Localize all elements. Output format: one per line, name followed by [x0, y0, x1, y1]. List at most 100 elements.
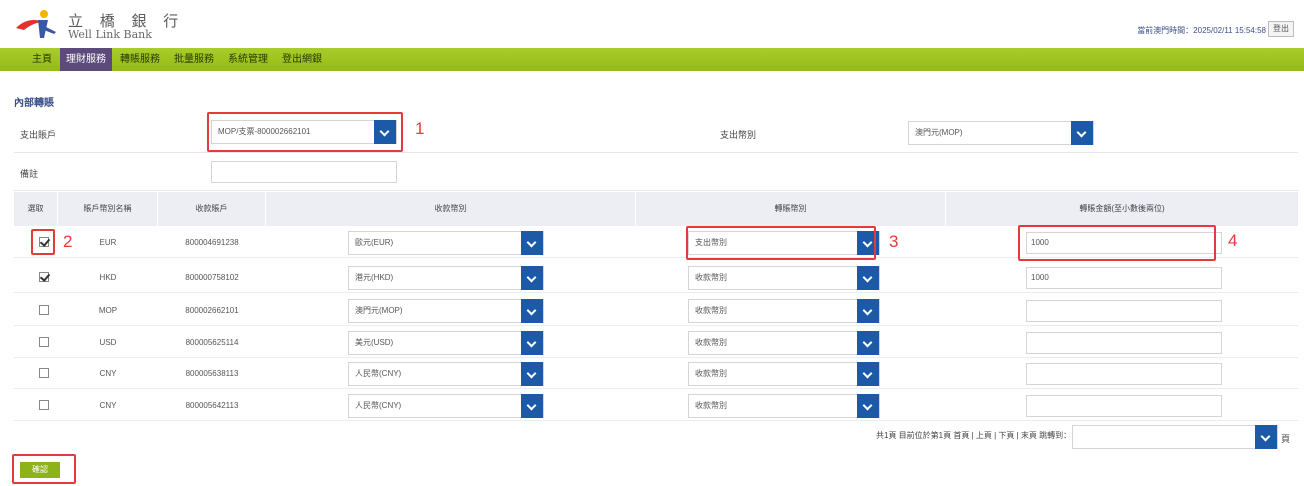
debit-currency-value: 澳門元(MOP) [915, 128, 963, 137]
table-row: CNY 800005638113 人民幣(CNY) 收款幣別 [14, 358, 1298, 389]
highlight-box-debit-account [207, 112, 403, 152]
row-account: 800000758102 [185, 273, 239, 282]
col-header-recv-account: 收款賬戶 [158, 192, 266, 226]
row-currency: USD [99, 338, 117, 347]
nav-item-system[interactable]: 系統管理 [222, 48, 274, 71]
row-checkbox[interactable] [39, 368, 49, 378]
chevron-down-icon[interactable] [857, 266, 879, 290]
chevron-down-icon[interactable] [857, 362, 879, 386]
debit-account-label: 支出賬戶 [20, 130, 57, 140]
page-suffix: 頁 [1281, 434, 1291, 444]
recv-currency-select[interactable]: 人民幣(CNY) [348, 362, 544, 386]
row-checkbox[interactable] [39, 305, 49, 315]
annotation-number: 1 [415, 119, 425, 138]
transfer-currency-select[interactable]: 收款幣別 [688, 266, 880, 290]
recv-currency-select[interactable]: 歐元(EUR) [348, 231, 544, 255]
transfer-currency-select[interactable]: 收款幣別 [688, 331, 880, 355]
row-account: 800004691238 [185, 238, 239, 247]
recv-currency-select[interactable]: 港元(HKD) [348, 266, 544, 290]
remark-row [14, 153, 1298, 191]
debit-currency-label: 支出幣別 [720, 130, 757, 140]
table-row: MOP 800002662101 澳門元(MOP) 收款幣別 [14, 295, 1298, 326]
chevron-down-icon[interactable] [857, 299, 879, 323]
transfer-currency-select[interactable]: 收款幣別 [688, 362, 880, 386]
chevron-down-icon[interactable] [521, 266, 543, 290]
recv-currency-value: 歐元(EUR) [355, 238, 394, 247]
row-currency: MOP [98, 306, 118, 315]
page-title: 內部轉賬 [14, 98, 54, 109]
row-account: 800005625114 [185, 338, 239, 347]
row-account: 800005642113 [185, 401, 239, 410]
highlight-box-transfer-currency [686, 226, 876, 260]
nav-item-home[interactable]: 主頁 [26, 48, 58, 71]
nav-item-batch[interactable]: 批量服務 [168, 48, 220, 71]
col-header-currency-name: 賬戶幣別名稱 [58, 192, 158, 226]
recv-currency-value: 人民幣(CNY) [355, 401, 402, 410]
col-header-amount: 轉賬金額(至小數後兩位) [1079, 204, 1165, 213]
nav-item-transfer[interactable]: 轉賬服務 [114, 48, 166, 71]
amount-input[interactable]: 1000 [1026, 267, 1222, 289]
transfer-currency-value: 收款幣別 [695, 401, 727, 410]
chevron-down-icon[interactable] [521, 331, 543, 355]
page-jump-select[interactable] [1072, 425, 1278, 449]
col-header-select: 選取 [14, 192, 58, 226]
col-header-transfer-currency: 轉賬幣別 [636, 192, 946, 226]
transfer-currency-value: 收款幣別 [695, 338, 727, 347]
pagination-text: 共1頁 目前位於第1頁 首頁 | 上頁 | 下頁 | 末頁 跳轉到： [876, 431, 1072, 440]
highlight-box-confirm [12, 454, 76, 484]
chevron-down-icon[interactable] [857, 394, 879, 418]
amount-input[interactable] [1026, 300, 1222, 322]
row-checkbox[interactable] [39, 272, 49, 282]
transfer-currency-select[interactable]: 收款幣別 [688, 394, 880, 418]
annotation-number: 4 [1228, 231, 1238, 250]
row-checkbox[interactable] [39, 337, 49, 347]
row-currency: CNY [99, 369, 117, 378]
recv-currency-value: 澳門元(MOP) [355, 306, 403, 315]
transfer-currency-select[interactable]: 收款幣別 [688, 299, 880, 323]
table-row: HKD 800000758102 港元(HKD) 收款幣別 1000 [14, 262, 1298, 293]
logout-button[interactable]: 登出 [1268, 21, 1294, 37]
recv-currency-select[interactable]: 澳門元(MOP) [348, 299, 544, 323]
col-header-recv-currency: 收款幣別 [266, 192, 636, 226]
recv-currency-value: 人民幣(CNY) [355, 369, 402, 378]
row-currency: HKD [99, 273, 117, 282]
highlight-box-checkbox [31, 229, 55, 255]
annotation-number: 2 [63, 232, 73, 251]
amount-input[interactable] [1026, 332, 1222, 354]
nav-item-wealth[interactable]: 理財服務 [60, 48, 112, 71]
row-account: 800005638113 [185, 369, 239, 378]
debit-currency-select[interactable]: 澳門元(MOP) [908, 121, 1094, 145]
highlight-box-amount [1018, 225, 1216, 261]
recv-currency-value: 港元(HKD) [355, 273, 394, 282]
row-currency: EUR [99, 238, 117, 247]
transfer-currency-value: 收款幣別 [695, 369, 727, 378]
main-nav: 主頁 理財服務 轉賬服務 批量服務 系統管理 登出網銀 [0, 48, 1304, 71]
table-row: USD 800005625114 美元(USD) 收款幣別 [14, 327, 1298, 358]
chevron-down-icon[interactable] [857, 331, 879, 355]
row-checkbox[interactable] [39, 400, 49, 410]
nav-item-logout[interactable]: 登出網銀 [276, 48, 328, 71]
chevron-down-icon[interactable] [521, 231, 543, 255]
chevron-down-icon[interactable] [521, 299, 543, 323]
amount-input[interactable] [1026, 395, 1222, 417]
chevron-down-icon[interactable] [521, 394, 543, 418]
remark-label: 備註 [20, 169, 39, 179]
pagination: 共1頁 目前位於第1頁 首頁 | 上頁 | 下頁 | 末頁 跳轉到： [876, 430, 1071, 441]
table-header: 選取 賬戶幣別名稱 收款賬戶 收款幣別 轉賬幣別 轉賬金額(至小數後兩位) [14, 192, 1298, 226]
amount-input[interactable] [1026, 363, 1222, 385]
brand-name-en: Well Link Bank [68, 28, 152, 41]
login-time-info: 當前澳門時間：2025/02/11 15:54:58 [1137, 26, 1266, 35]
chevron-down-icon[interactable] [1255, 425, 1277, 449]
page-header: 立 橋 銀 行 Well Link Bank 當前澳門時間：2025/02/11… [0, 0, 1304, 48]
remark-input[interactable] [211, 161, 397, 183]
recv-currency-value: 美元(USD) [355, 338, 394, 347]
annotation-number: 3 [889, 232, 899, 251]
recv-currency-select[interactable]: 美元(USD) [348, 331, 544, 355]
chevron-down-icon[interactable] [1071, 121, 1093, 145]
recv-currency-select[interactable]: 人民幣(CNY) [348, 394, 544, 418]
row-currency: CNY [99, 401, 117, 410]
transfer-currency-value: 收款幣別 [695, 273, 727, 282]
table-row: CNY 800005642113 人民幣(CNY) 收款幣別 [14, 390, 1298, 421]
chevron-down-icon[interactable] [521, 362, 543, 386]
row-account: 800002662101 [185, 306, 239, 315]
